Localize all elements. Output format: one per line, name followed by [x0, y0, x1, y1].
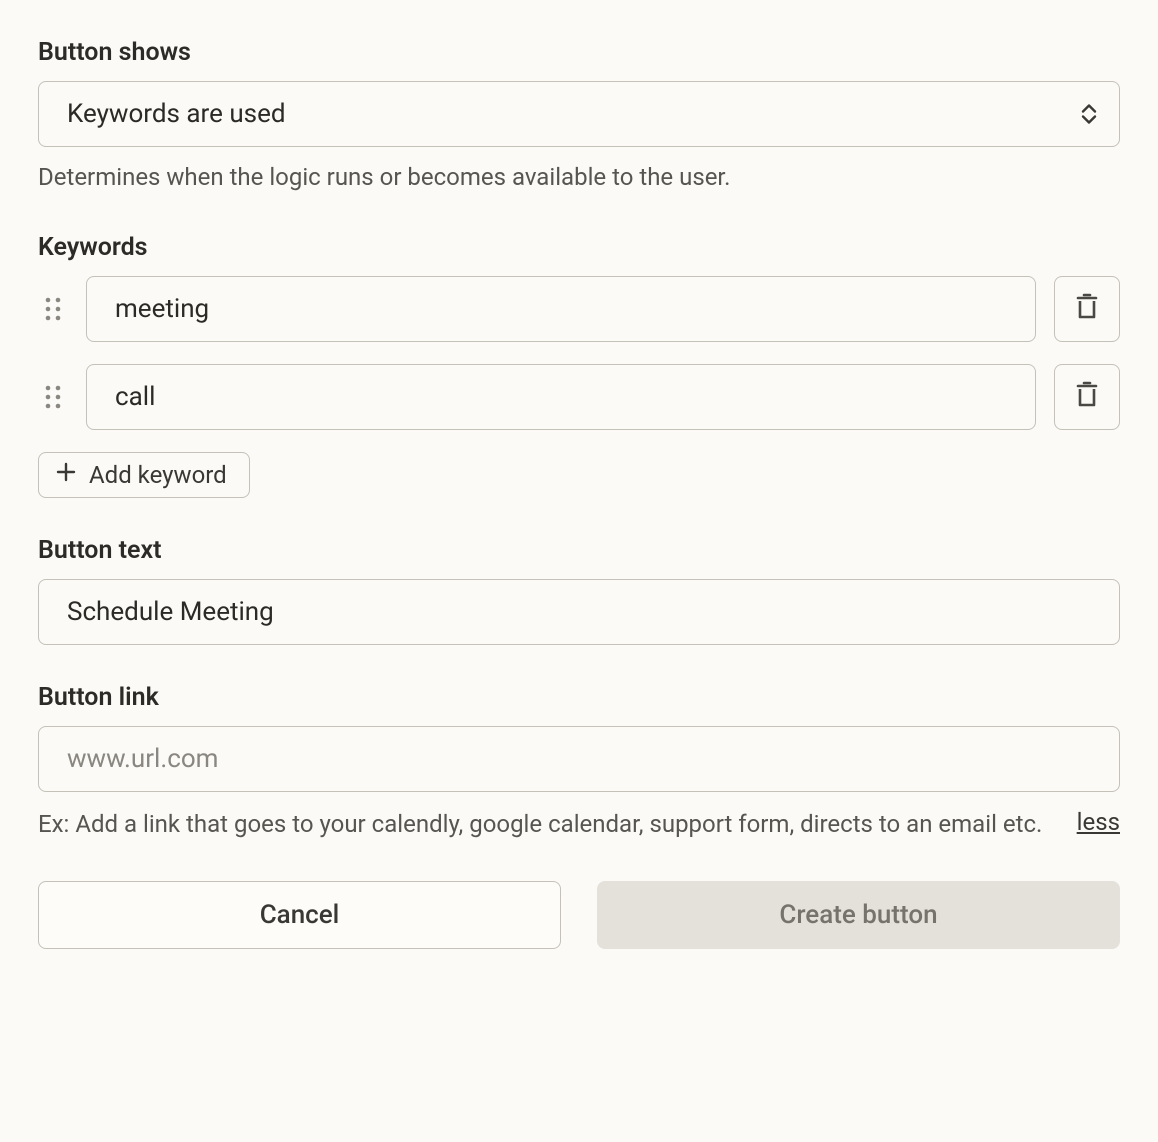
button-link-label: Button link — [38, 683, 1120, 712]
create-button[interactable]: Create button — [597, 881, 1120, 949]
keywords-label: Keywords — [38, 233, 1120, 262]
button-text-input[interactable] — [38, 579, 1120, 645]
plus-icon — [55, 461, 77, 489]
button-link-input[interactable] — [38, 726, 1120, 792]
keyword-input[interactable] — [86, 364, 1036, 430]
trash-icon — [1073, 292, 1101, 325]
button-shows-help: Determines when the logic runs or become… — [38, 161, 1120, 195]
add-keyword-label: Add keyword — [89, 461, 227, 489]
trash-icon — [1073, 380, 1101, 413]
keyword-input[interactable] — [86, 276, 1036, 342]
keyword-row — [38, 364, 1120, 430]
button-shows-label: Button shows — [38, 38, 1120, 67]
button-text-label: Button text — [38, 536, 1120, 565]
add-keyword-button[interactable]: Add keyword — [38, 452, 250, 498]
delete-keyword-button[interactable] — [1054, 276, 1120, 342]
keyword-row — [38, 276, 1120, 342]
button-link-help: Ex: Add a link that goes to your calendl… — [38, 806, 1053, 843]
drag-handle-icon[interactable] — [38, 294, 68, 324]
cancel-button[interactable]: Cancel — [38, 881, 561, 949]
less-toggle[interactable]: less — [1077, 808, 1120, 836]
button-shows-select[interactable]: Keywords are used — [38, 81, 1120, 147]
delete-keyword-button[interactable] — [1054, 364, 1120, 430]
drag-handle-icon[interactable] — [38, 382, 68, 412]
